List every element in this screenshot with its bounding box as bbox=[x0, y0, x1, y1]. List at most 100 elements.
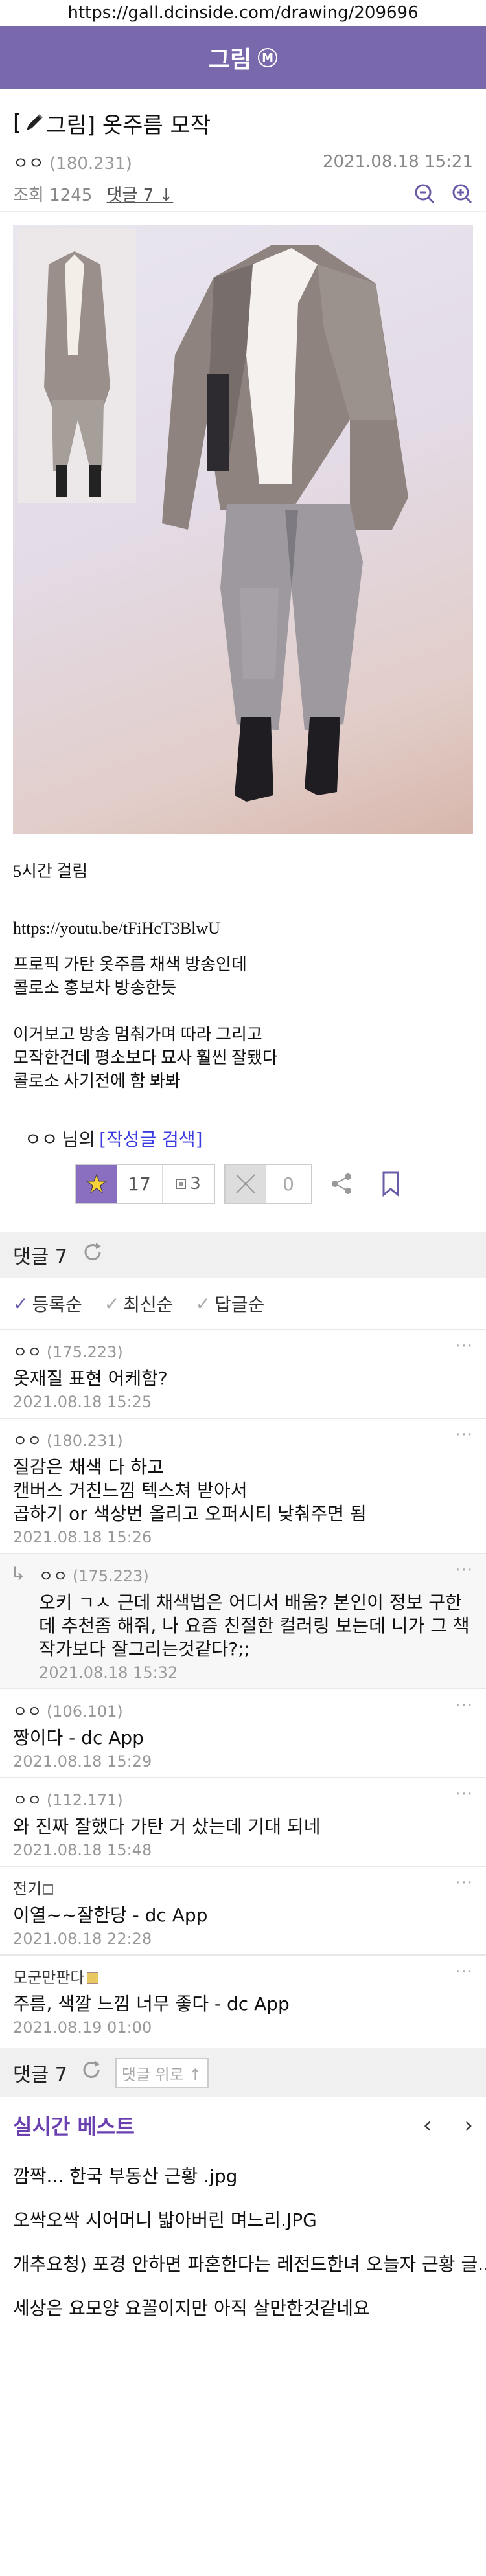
comment-item: ㅇㅇ (112.171) 와 진짜 잘했다 가탄 거 샀는데 기대 되네 202… bbox=[0, 1778, 486, 1867]
more-options-icon[interactable]: ··· bbox=[455, 1561, 473, 1580]
body-line bbox=[13, 1000, 473, 1023]
sort-label: 등록순 bbox=[32, 1294, 82, 1315]
writer-nick[interactable]: ㅇㅇ bbox=[13, 154, 44, 174]
comment-writer[interactable]: ㅇㅇ (175.223) bbox=[13, 1339, 473, 1362]
post-meta: ㅇㅇ (180.231) 2021.08.18 15:21 bbox=[0, 142, 486, 176]
url-bar[interactable]: https://gall.dcinside.com/drawing/209696 bbox=[0, 0, 486, 26]
comment-writer[interactable]: 모군만판다 bbox=[13, 1965, 473, 1987]
comment-up-button[interactable]: 댓글 위로 ↑ bbox=[115, 2057, 209, 2088]
more-options-icon[interactable]: ··· bbox=[455, 1337, 473, 1356]
refresh-icon[interactable] bbox=[79, 2058, 104, 2088]
check-icon: ✓ bbox=[195, 1293, 211, 1315]
comment-nick: ㅇㅇ bbox=[13, 1432, 42, 1450]
comment-writer[interactable]: ㅇㅇ (112.171) bbox=[13, 1787, 473, 1810]
comment-text: 주름, 색깔 느낌 너무 좋다 - dc App bbox=[13, 1993, 290, 2015]
chevron-left-icon[interactable]: ‹ bbox=[423, 2112, 432, 2138]
author-line: ㅇㅇ 님의 [작성글 검색] bbox=[0, 1119, 486, 1158]
zoom-controls bbox=[413, 183, 473, 205]
comment-footer-count: 댓글 7 bbox=[13, 2064, 67, 2086]
comment-nick: ㅇㅇ bbox=[13, 1791, 42, 1809]
down-arrow-icon: ↓ bbox=[159, 185, 174, 205]
comment-item: ㅇㅇ (106.101) 짱이다 - dc App 2021.08.18 15:… bbox=[0, 1689, 486, 1778]
comment-nick: ㅇㅇ bbox=[13, 1343, 42, 1361]
zoom-out-icon[interactable] bbox=[413, 183, 435, 205]
more-options-icon[interactable]: ··· bbox=[455, 1962, 473, 1982]
more-options-icon[interactable]: ··· bbox=[455, 1696, 473, 1715]
body-line: 모작한건데 평소보다 묘사 훨씬 잘됐다 bbox=[13, 1048, 278, 1067]
author-suffix: 님의 bbox=[62, 1129, 96, 1150]
comment-text: 질감은 채색 다 하고 캔버스 거친느낌 텍스쳐 받아서 곱하기 or 색상번 … bbox=[13, 1456, 367, 1524]
post-stats: 조회 1245 댓글 7 ↓ bbox=[0, 176, 486, 212]
x-icon bbox=[226, 1165, 266, 1203]
comment-header-count: 댓글 7 bbox=[13, 1246, 67, 1269]
best-list-item[interactable]: 개추요청) 포경 안하면 파혼한다는 레전드한녀 오늘자 근황 글... bbox=[0, 2241, 486, 2285]
more-options-icon[interactable]: ··· bbox=[455, 1873, 473, 1893]
title-bracket: [ bbox=[13, 110, 22, 136]
comment-writer[interactable]: ㅇㅇ (180.231) bbox=[13, 1428, 473, 1451]
minor-gallery-badge: M bbox=[258, 48, 278, 67]
comment-nick: ㅇㅇ bbox=[39, 1567, 68, 1585]
chevron-right-icon[interactable]: › bbox=[464, 2112, 473, 2138]
post-image-artwork[interactable] bbox=[13, 225, 473, 834]
gonick-icon bbox=[87, 1972, 99, 1984]
comment-writer[interactable]: ㅇㅇ (175.223) bbox=[39, 1563, 473, 1586]
gallery-title[interactable]: 그림 bbox=[209, 41, 251, 74]
fixed-nick-icon bbox=[176, 1174, 187, 1193]
sort-option-replies[interactable]: ✓ 답글순 bbox=[196, 1291, 265, 1316]
more-options-icon[interactable]: ··· bbox=[455, 1425, 473, 1445]
title-text: 그림] 옷주름 모작 bbox=[46, 112, 211, 139]
body-line: 콜로소 사기전에 함 봐봐 bbox=[13, 1072, 181, 1090]
sort-option-registered[interactable]: ✓ 등록순 bbox=[13, 1291, 82, 1316]
comment-ip: (112.171) bbox=[46, 1791, 123, 1809]
best-list-item[interactable]: 깜짝... 한국 부동산 근황 .jpg bbox=[0, 2153, 486, 2197]
comment-item: ㅇㅇ (175.223) 옷재질 표현 어케함? 2021.08.18 15:2… bbox=[0, 1330, 486, 1419]
fixed-recommend-count: 3 bbox=[190, 1174, 201, 1193]
author-nick[interactable]: ㅇㅇ bbox=[25, 1125, 58, 1151]
more-options-icon[interactable]: ··· bbox=[455, 1785, 473, 1804]
comment-date: 2021.08.18 15:29 bbox=[13, 1752, 152, 1770]
comment-ip: (180.231) bbox=[46, 1432, 123, 1450]
share-icon[interactable] bbox=[321, 1164, 362, 1204]
comment-count-text: 댓글 7 bbox=[106, 185, 154, 205]
comment-text: 옷재질 표현 어케함? bbox=[13, 1368, 168, 1389]
post-date: 2021.08.18 15:21 bbox=[322, 152, 473, 172]
recommend-count: 17 bbox=[128, 1173, 151, 1195]
comment-text: 이열~~잘한당 - dc App bbox=[13, 1904, 208, 1926]
sort-option-latest[interactable]: ✓ 최신순 bbox=[104, 1291, 174, 1316]
comment-text: 와 진짜 잘했다 가탄 거 샀는데 기대 되네 bbox=[13, 1816, 321, 1837]
best-list-item[interactable]: 오싹오싹 시어머니 밟아버린 며느리.JPG bbox=[0, 2197, 486, 2241]
sort-label: 최신순 bbox=[123, 1294, 174, 1315]
comment-writer[interactable]: 전기 bbox=[13, 1876, 473, 1899]
realtime-best-header: 실시간 베스트 ‹ › bbox=[0, 2097, 486, 2153]
fixed-recommend: 3 bbox=[162, 1165, 214, 1203]
comment-ip: (175.223) bbox=[72, 1567, 149, 1585]
realtime-best-title: 실시간 베스트 bbox=[13, 2114, 135, 2139]
author-search-link[interactable]: [작성글 검색] bbox=[99, 1125, 203, 1151]
body-link[interactable]: https://youtu.be/tFiHcT3BlwU bbox=[13, 917, 473, 940]
post-body: 5시간 걸림 https://youtu.be/tFiHcT3BlwU 프로픽 … bbox=[0, 860, 486, 1093]
body-line: 5시간 걸림 bbox=[13, 862, 88, 881]
star-icon bbox=[76, 1165, 117, 1203]
comment-ip: (175.223) bbox=[46, 1343, 123, 1361]
sort-label: 답글순 bbox=[214, 1294, 265, 1315]
bookmark-icon[interactable] bbox=[371, 1164, 411, 1204]
best-nav: ‹ › bbox=[423, 2112, 473, 2138]
comment-nick: 전기 bbox=[13, 1880, 42, 1898]
best-list-item[interactable]: 세상은 요모양 요꼴이지만 아직 살만한것같네요 bbox=[0, 2285, 486, 2329]
comment-item: ㅇㅇ (180.231) 질감은 채색 다 하고 캔버스 거친느낌 텍스쳐 받아… bbox=[0, 1419, 486, 1554]
body-line: 콜로소 홍보차 방송한듯 bbox=[13, 978, 177, 997]
not-recommend-box[interactable]: 0 bbox=[224, 1164, 312, 1204]
view-count: 조회 1245 bbox=[13, 185, 93, 205]
check-icon: ✓ bbox=[104, 1293, 120, 1315]
comment-writer[interactable]: ㅇㅇ (106.101) bbox=[13, 1699, 473, 1721]
post-title: [ 그림] 옷주름 모작 bbox=[0, 89, 486, 142]
refresh-icon[interactable] bbox=[80, 1240, 105, 1270]
zoom-in-icon[interactable] bbox=[451, 183, 473, 205]
writer-ip: (180.231) bbox=[49, 153, 132, 174]
recommend-box[interactable]: 17 3 bbox=[75, 1164, 215, 1204]
body-line bbox=[13, 940, 473, 953]
body-line: 이거보고 방송 멈춰가며 따라 그리고 bbox=[13, 1025, 262, 1044]
pen-icon bbox=[23, 112, 45, 134]
comment-count-link[interactable]: 댓글 7 ↓ bbox=[107, 186, 174, 205]
body-line: 프로픽 가탄 옷주름 채색 방송인데 bbox=[13, 955, 247, 974]
